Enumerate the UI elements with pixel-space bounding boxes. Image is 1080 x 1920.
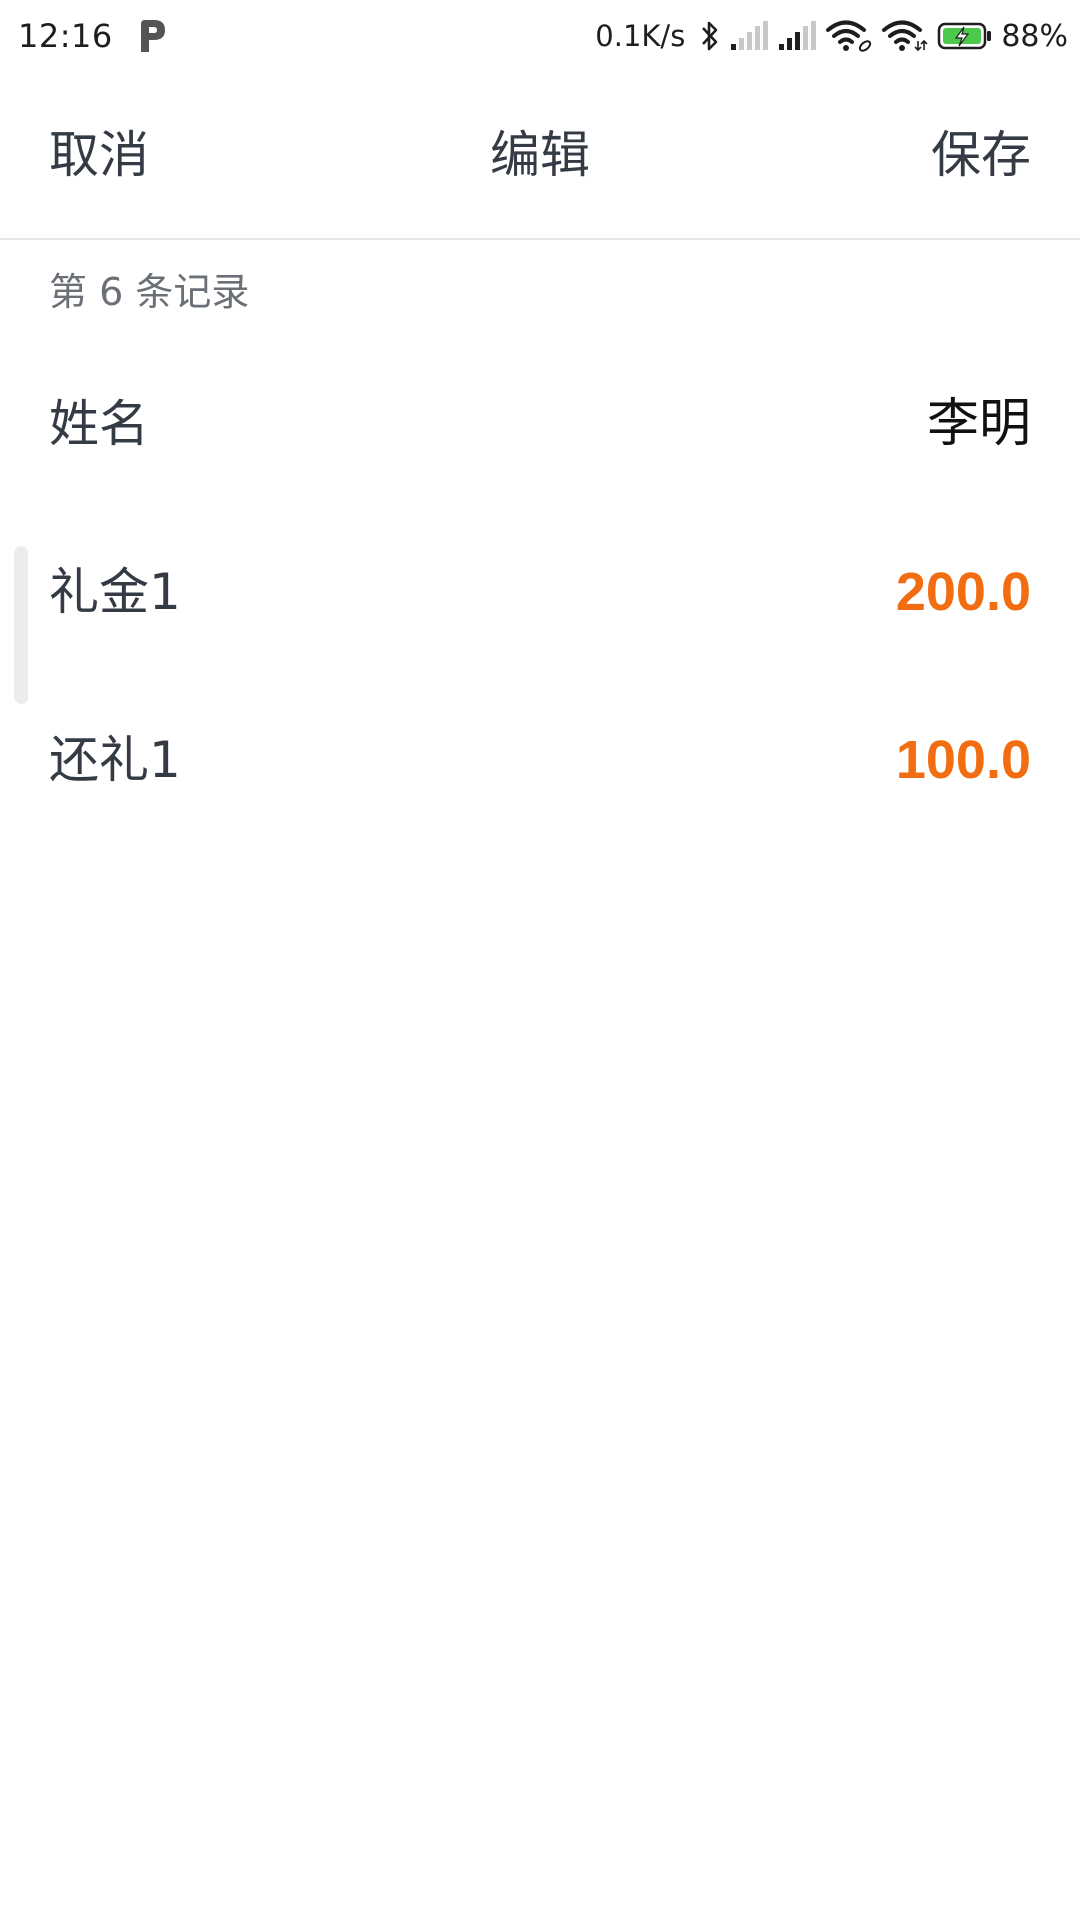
wifi-icon — [881, 19, 929, 53]
signal-icon — [729, 20, 769, 52]
wifi-icon — [825, 19, 873, 53]
gift-amount[interactable]: 200.0 — [896, 532, 1031, 652]
network-speed: 0.1K/s — [595, 19, 686, 53]
cancel-button[interactable]: 取消 — [49, 72, 149, 238]
status-bar: 12:16 0.1K/s 88% — [0, 0, 1080, 72]
status-time: 12:16 — [18, 17, 113, 55]
page-title-wrap: 编辑 — [0, 72, 1080, 238]
name-value[interactable]: 李明 — [927, 364, 1031, 484]
status-bar-right: 0.1K/s 88% — [595, 18, 1068, 54]
return-gift-label: 还礼1 — [49, 731, 181, 789]
bluetooth-icon — [699, 18, 721, 54]
return-gift-amount[interactable]: 100.0 — [896, 700, 1031, 820]
record-caption: 第 6 条记录 — [49, 270, 250, 314]
title-bar: 编辑 取消 保存 — [0, 72, 1080, 240]
battery-charging-icon — [937, 21, 993, 51]
gift-row[interactable]: 礼金1 200.0 — [0, 532, 1080, 652]
gift-label: 礼金1 — [49, 563, 181, 621]
status-bar-left: 12:16 — [0, 17, 167, 55]
page-title: 编辑 — [490, 126, 590, 184]
name-row[interactable]: 姓名 李明 — [0, 364, 1080, 484]
save-button[interactable]: 保存 — [931, 72, 1031, 238]
signal-icon — [777, 20, 817, 52]
name-label: 姓名 — [49, 395, 149, 453]
battery-percent: 88% — [1001, 18, 1068, 54]
return-gift-row[interactable]: 还礼1 100.0 — [0, 700, 1080, 820]
p-app-icon — [137, 18, 167, 54]
